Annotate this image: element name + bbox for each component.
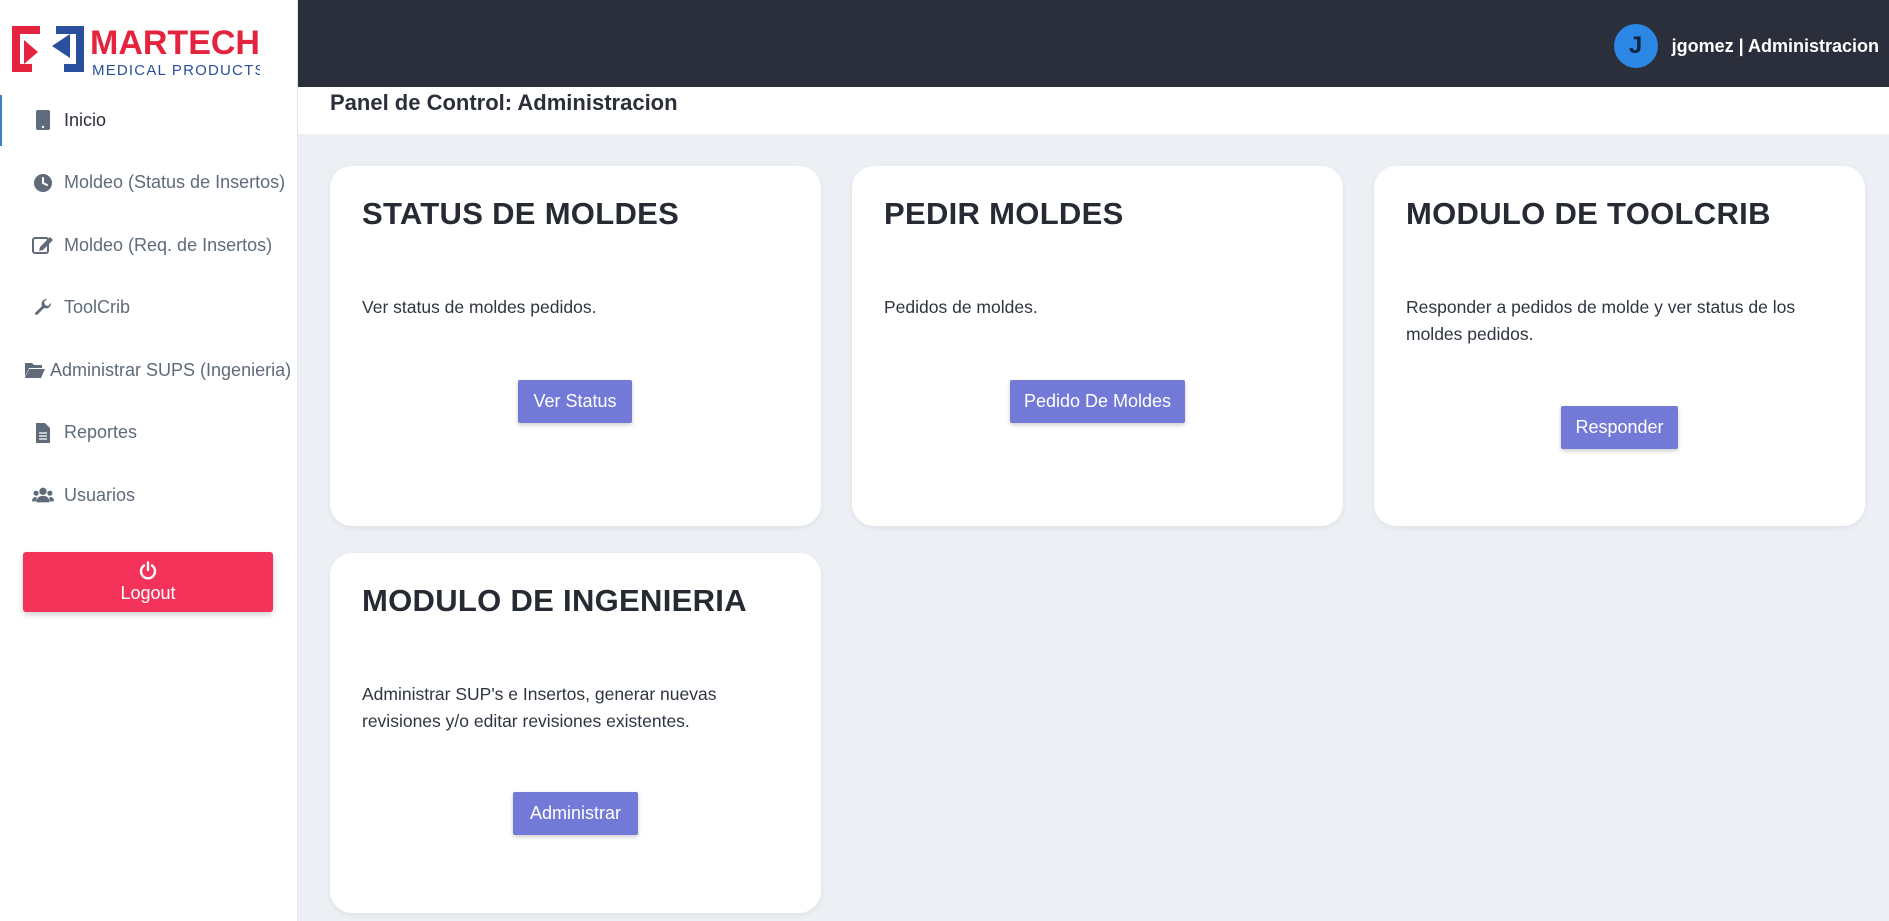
card-status-de-moldes: STATUS DE MOLDES Ver status de moldes pe… xyxy=(330,166,821,526)
card-title: PEDIR MOLDES xyxy=(884,196,1124,231)
responder-button[interactable]: Responder xyxy=(1561,406,1678,449)
clock-icon xyxy=(32,172,54,194)
tablet-icon xyxy=(32,109,54,131)
card-title: MODULO DE INGENIERIA xyxy=(362,583,747,618)
sidebar-item-label: Usuarios xyxy=(64,484,136,505)
sidebar-item-moldeo-status[interactable]: Moldeo (Status de Insertos) xyxy=(0,152,298,215)
sidebar-item-label: Administrar SUPS (Ingenieria) xyxy=(50,359,292,380)
file-icon xyxy=(32,422,54,444)
card-description: Pedidos de moldes. xyxy=(884,297,1038,317)
brand-logo[interactable]: MARTECH MEDICAL PRODUCTS xyxy=(10,18,264,80)
power-icon xyxy=(138,560,158,581)
brand-name-top: MARTECH xyxy=(90,24,260,62)
card-modulo-de-ingenieria: MODULO DE INGENIERIA Administrar SUP's e… xyxy=(330,553,821,913)
top-bar: J jgomez | Administracion xyxy=(298,0,1889,87)
logo-mark-icon: MARTECH MEDICAL PRODUCTS xyxy=(12,24,264,79)
card-title: STATUS DE MOLDES xyxy=(362,196,680,231)
sidebar-item-inicio[interactable]: Inicio xyxy=(0,89,298,152)
logout-label: Logout xyxy=(120,582,176,603)
sidebar-item-toolcrib[interactable]: ToolCrib xyxy=(0,277,298,340)
page-title: Panel de Control: Administracion xyxy=(330,90,678,115)
folder-open-icon xyxy=(24,359,46,381)
ver-status-button[interactable]: Ver Status xyxy=(518,380,632,423)
card-modulo-de-toolcrib: MODULO DE TOOLCRIB Responder a pedidos d… xyxy=(1374,166,1865,526)
users-icon xyxy=(32,484,54,506)
sidebar-item-reportes[interactable]: Reportes xyxy=(0,402,298,465)
sidebar: MARTECH MEDICAL PRODUCTS Inicio Moldeo (… xyxy=(0,0,298,921)
user-menu[interactable]: J jgomez | Administracion xyxy=(1613,24,1879,68)
sidebar-item-label: Moldeo (Status de Insertos) xyxy=(64,172,286,193)
page-header: Panel de Control: Administracion xyxy=(298,87,1889,134)
card-title: MODULO DE TOOLCRIB xyxy=(1406,196,1771,231)
card-description: Responder a pedidos de molde y ver statu… xyxy=(1406,297,1796,344)
sidebar-item-label: Inicio xyxy=(64,109,107,130)
sidebar-nav: Inicio Moldeo (Status de Insertos) Molde… xyxy=(0,89,298,527)
sidebar-item-label: ToolCrib xyxy=(64,297,131,318)
brand-name-bottom: MEDICAL PRODUCTS xyxy=(92,62,260,79)
card-pedir-moldes: PEDIR MOLDES Pedidos de moldes. Pedido D… xyxy=(852,166,1343,526)
pedido-de-moldes-button[interactable]: Pedido De Moldes xyxy=(1010,380,1185,423)
user-label: jgomez | Administracion xyxy=(1671,35,1879,56)
sidebar-item-label: Moldeo (Req. de Insertos) xyxy=(64,234,273,255)
edit-icon xyxy=(32,234,54,256)
administrar-button[interactable]: Administrar xyxy=(513,792,638,835)
wrench-icon xyxy=(32,297,54,319)
sidebar-item-administrar-sups[interactable]: Administrar SUPS (Ingenieria) xyxy=(0,339,298,402)
card-description: Administrar SUP's e Insertos, generar nu… xyxy=(362,684,717,731)
avatar[interactable]: J xyxy=(1613,24,1658,68)
logout-button[interactable]: Logout xyxy=(23,552,273,612)
card-description: Ver status de moldes pedidos. xyxy=(362,297,597,317)
sidebar-item-label: Reportes xyxy=(64,422,138,443)
sidebar-item-usuarios[interactable]: Usuarios xyxy=(0,464,298,527)
sidebar-item-moldeo-req[interactable]: Moldeo (Req. de Insertos) xyxy=(0,214,298,277)
